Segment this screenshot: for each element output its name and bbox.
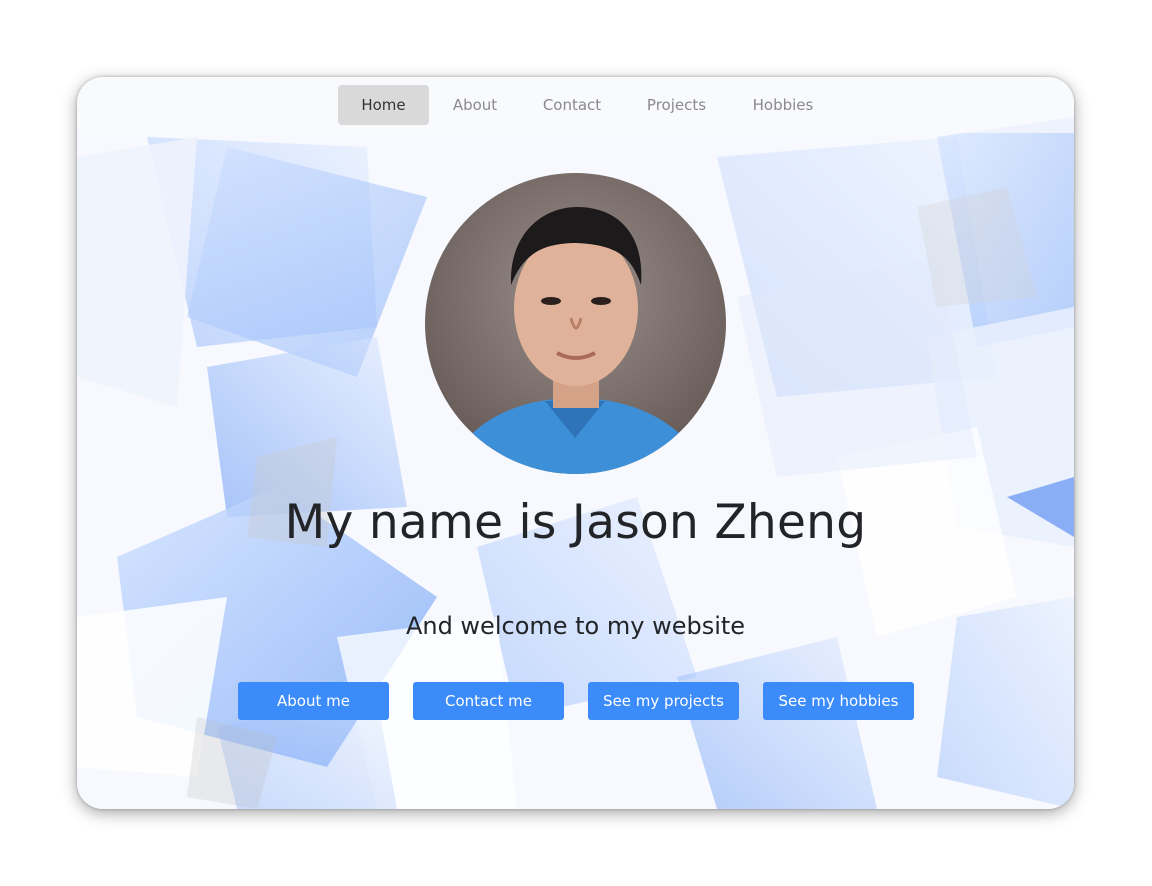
top-navbar: Home About Contact Projects Hobbies [77,77,1074,133]
page-headline: My name is Jason Zheng [284,495,867,550]
about-me-button[interactable]: About me [238,682,389,720]
nav-hobbies[interactable]: Hobbies [739,85,827,125]
profile-photo-icon [425,173,726,474]
see-hobbies-button[interactable]: See my hobbies [763,682,914,720]
nav-contact[interactable]: Contact [530,85,614,125]
profile-avatar [425,173,726,474]
see-projects-button[interactable]: See my projects [588,682,739,720]
contact-me-button[interactable]: Contact me [413,682,564,720]
browser-window: Home About Contact Projects Hobbies My n… [77,77,1074,809]
nav-home[interactable]: Home [338,85,429,125]
nav-about[interactable]: About [438,85,512,125]
nav-projects[interactable]: Projects [632,85,721,125]
page-subheadline: And welcome to my website [405,612,746,640]
